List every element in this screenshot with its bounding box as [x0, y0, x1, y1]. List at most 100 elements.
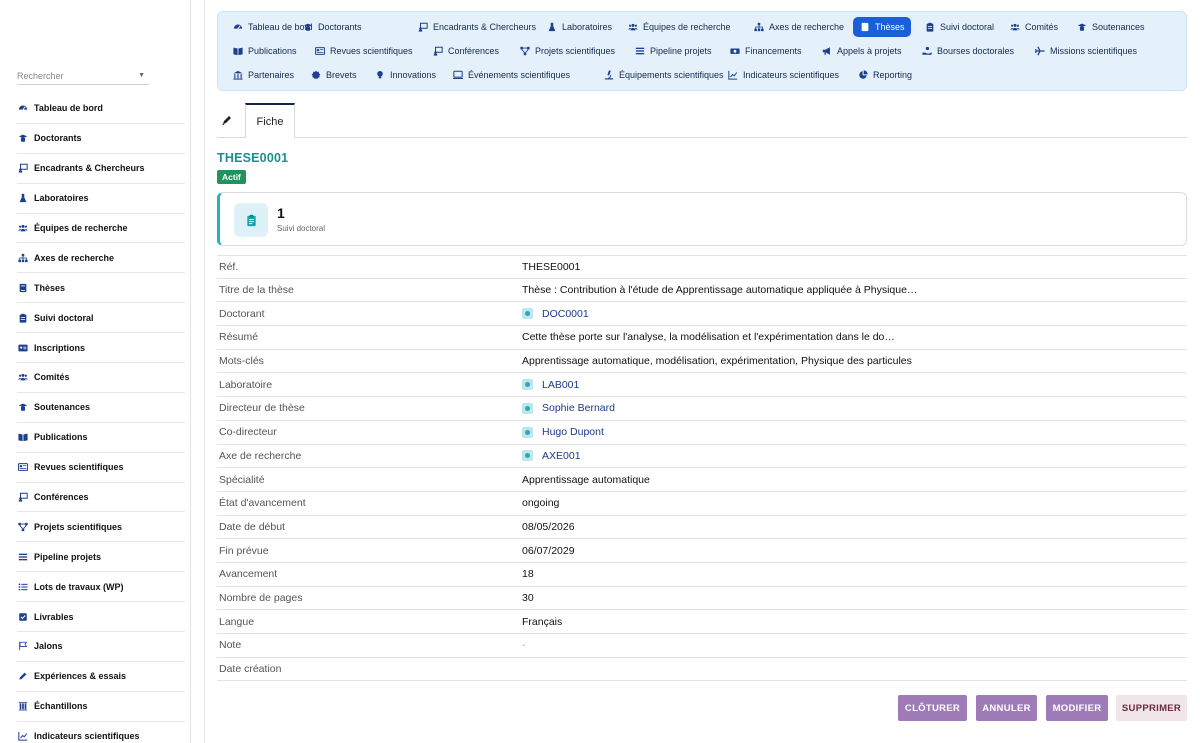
detail-link[interactable]: Sophie Bernard: [522, 402, 615, 414]
nav-item-partenaires[interactable]: Partenaires: [226, 65, 300, 85]
sidebar-item-inscriptions[interactable]: Inscriptions: [17, 333, 185, 364]
edit-button[interactable]: MODIFIER: [1046, 695, 1108, 721]
sidebar-item-publications[interactable]: Publications: [17, 423, 185, 453]
nav-item-reporting[interactable]: Reporting: [851, 65, 918, 85]
nav-item-label: Doctorants: [318, 22, 362, 32]
sidebar-item-label: Projets scientifiques: [34, 521, 123, 532]
detail-value-text: Sophie Bernard: [542, 402, 615, 415]
detail-value: THESE0001: [522, 261, 580, 273]
record-link-icon: [522, 379, 533, 391]
sidebar-item-pipeline-projets[interactable]: Pipeline projets: [17, 542, 185, 573]
detail-label: Spécialité: [219, 473, 265, 486]
record-link-icon: [522, 402, 533, 414]
chevron-down-icon: ▼: [138, 72, 145, 79]
bulb-icon: [374, 70, 385, 81]
sidebar-item-theses[interactable]: Thèses: [17, 273, 185, 304]
nav-item-conferences[interactable]: Conférences: [426, 41, 505, 61]
nav-item-appels-a-projets[interactable]: Appels à projets: [815, 41, 908, 61]
close-record-button[interactable]: CLÔTURER: [898, 695, 967, 721]
nav-item-equipes-de-recherche[interactable]: Équipes de recherche: [621, 17, 737, 37]
sidebar-search-select[interactable]: Rechercher ▼: [17, 67, 149, 85]
sidebar-item-jalons[interactable]: Jalons: [17, 632, 185, 662]
dashboard-icon: [232, 22, 243, 33]
sidebar-item-lots-de-travaux-wp[interactable]: Lots de travaux (WP): [17, 572, 185, 603]
nav-item-financements[interactable]: Financements: [723, 41, 808, 61]
sidebar-item-conferences[interactable]: Conférences: [17, 483, 185, 513]
sidebar-item-projets-scientifiques[interactable]: Projets scientifiques: [17, 512, 185, 543]
sidebar-item-indicateurs-scientifiques[interactable]: Indicateurs scientifiques: [17, 722, 185, 743]
nav-item-equipements-scientifiques[interactable]: Équipements scientifiques: [597, 65, 730, 85]
sidebar-item-label: Indicateurs scientifiques: [34, 731, 140, 742]
sidebar-item-experiences-essais[interactable]: Expériences & essais: [17, 662, 185, 692]
nav-item-innovations[interactable]: Innovations: [368, 65, 442, 85]
nav-item-label: Axes de recherche: [769, 22, 845, 32]
sidebar-item-soutenances[interactable]: Soutenances: [17, 393, 185, 423]
suivi-doctoral-stat-card[interactable]: 1 Suivi doctoral: [217, 192, 1187, 246]
list-icon: [17, 581, 28, 592]
sidebar-item-tableau-de-bord[interactable]: Tableau de bord: [17, 94, 185, 124]
sidebar-item-equipes-de-recherche[interactable]: Équipes de recherche: [17, 214, 185, 244]
detail-row-langue: Langue Français: [217, 610, 1187, 634]
sidebar-item-label: Inscriptions: [34, 342, 86, 353]
sidebar-item-echantillons[interactable]: Échantillons: [17, 692, 185, 722]
nav-item-suivi-doctoral[interactable]: Suivi doctoral: [918, 17, 1000, 37]
cancel-button[interactable]: ANNULER: [976, 695, 1037, 721]
money-icon: [729, 46, 740, 57]
nav-item-theses[interactable]: Thèses: [853, 17, 911, 37]
nav-item-evenements-scientifiques[interactable]: Événements scientifiques: [446, 65, 576, 85]
panel-divider: [204, 0, 205, 743]
detail-value: -: [522, 639, 526, 651]
sidebar-item-laboratoires[interactable]: Laboratoires: [17, 184, 185, 214]
sidebar-item-suivi-doctoral[interactable]: Suivi doctoral: [17, 303, 185, 334]
nav-item-axes-de-recherche[interactable]: Axes de recherche: [747, 17, 850, 37]
sidebar-item-encadrants-chercheurs[interactable]: Encadrants & Chercheurs: [17, 154, 185, 184]
record-link-icon: [522, 426, 533, 438]
nav-item-soutenances[interactable]: Soutenances: [1070, 17, 1151, 37]
sidebar-item-label: Comités: [34, 372, 70, 383]
nav-item-bourses-doctorales[interactable]: Bourses doctorales: [915, 41, 1020, 61]
detail-label: Fin prévue: [219, 544, 269, 557]
tab-fiche[interactable]: Fiche: [245, 103, 295, 138]
detail-value-text: LAB001: [542, 378, 580, 391]
detail-value-text: THESE0001: [522, 260, 581, 273]
building-icon: [232, 70, 243, 81]
users-icon: [1009, 22, 1020, 33]
nav-item-pipeline-projets[interactable]: Pipeline projets: [628, 41, 718, 61]
sidebar-item-livrables[interactable]: Livrables: [17, 602, 185, 633]
sidebar-item-label: Lots de travaux (WP): [34, 581, 124, 592]
nav-item-doctorants[interactable]: Doctorants: [296, 17, 368, 37]
sidebar-item-axes-de-recherche[interactable]: Axes de recherche: [17, 243, 185, 274]
delete-button[interactable]: SUPPRIMER: [1116, 695, 1187, 721]
nav-item-indicateurs-scientifiques[interactable]: Indicateurs scientifiques: [721, 65, 845, 85]
detail-value: 18: [522, 568, 534, 580]
nav-item-label: Publications: [248, 46, 297, 56]
detail-row-laboratoire: Laboratoire LAB001: [217, 373, 1187, 398]
nav-item-laboratoires[interactable]: Laboratoires: [540, 17, 618, 37]
nav-item-publications[interactable]: Publications: [226, 41, 303, 61]
sidebar-menu: Tableau de bord Doctorants Encadrants & Ch…: [17, 94, 185, 743]
sidebar-item-comites[interactable]: Comités: [17, 363, 185, 393]
detail-link[interactable]: DOC0001: [522, 308, 589, 320]
detail-value: Thèse : Contribution à l'étude de Appren…: [522, 284, 917, 296]
sidebar-item-label: Livrables: [34, 611, 74, 622]
sidebar-item-revues-scientifiques[interactable]: Revues scientifiques: [17, 453, 185, 483]
sidebar-item-doctorants[interactable]: Doctorants: [17, 124, 185, 154]
nav-item-projets-scientifiques[interactable]: Projets scientifiques: [513, 41, 621, 61]
nav-item-label: Laboratoires: [562, 22, 613, 32]
detail-value: 06/07/2029: [522, 545, 575, 557]
nav-item-label: Suivi doctoral: [940, 22, 995, 32]
nav-item-comites[interactable]: Comités: [1003, 17, 1064, 37]
detail-link[interactable]: LAB001: [522, 379, 579, 391]
nav-item-encadrants-chercheurs[interactable]: Encadrants & Chercheurs: [411, 17, 542, 37]
nav-item-brevets[interactable]: Brevets: [304, 65, 363, 85]
teacher-icon: [17, 163, 28, 174]
detail-row-titre-de-la-these: Titre de la thèse Thèse : Contribution à …: [217, 279, 1187, 303]
edit-icon[interactable]: [221, 113, 233, 125]
detail-link[interactable]: Hugo Dupont: [522, 426, 604, 438]
nav-item-label: Équipements scientifiques: [619, 70, 724, 80]
nav-item-label: Événements scientifiques: [468, 70, 571, 80]
nav-item-missions-scientifiques[interactable]: Missions scientifiques: [1028, 41, 1143, 61]
detail-link[interactable]: AXE001: [522, 450, 581, 462]
diagram-icon: [519, 46, 530, 57]
nav-item-revues-scientifiques[interactable]: Revues scientifiques: [308, 41, 419, 61]
